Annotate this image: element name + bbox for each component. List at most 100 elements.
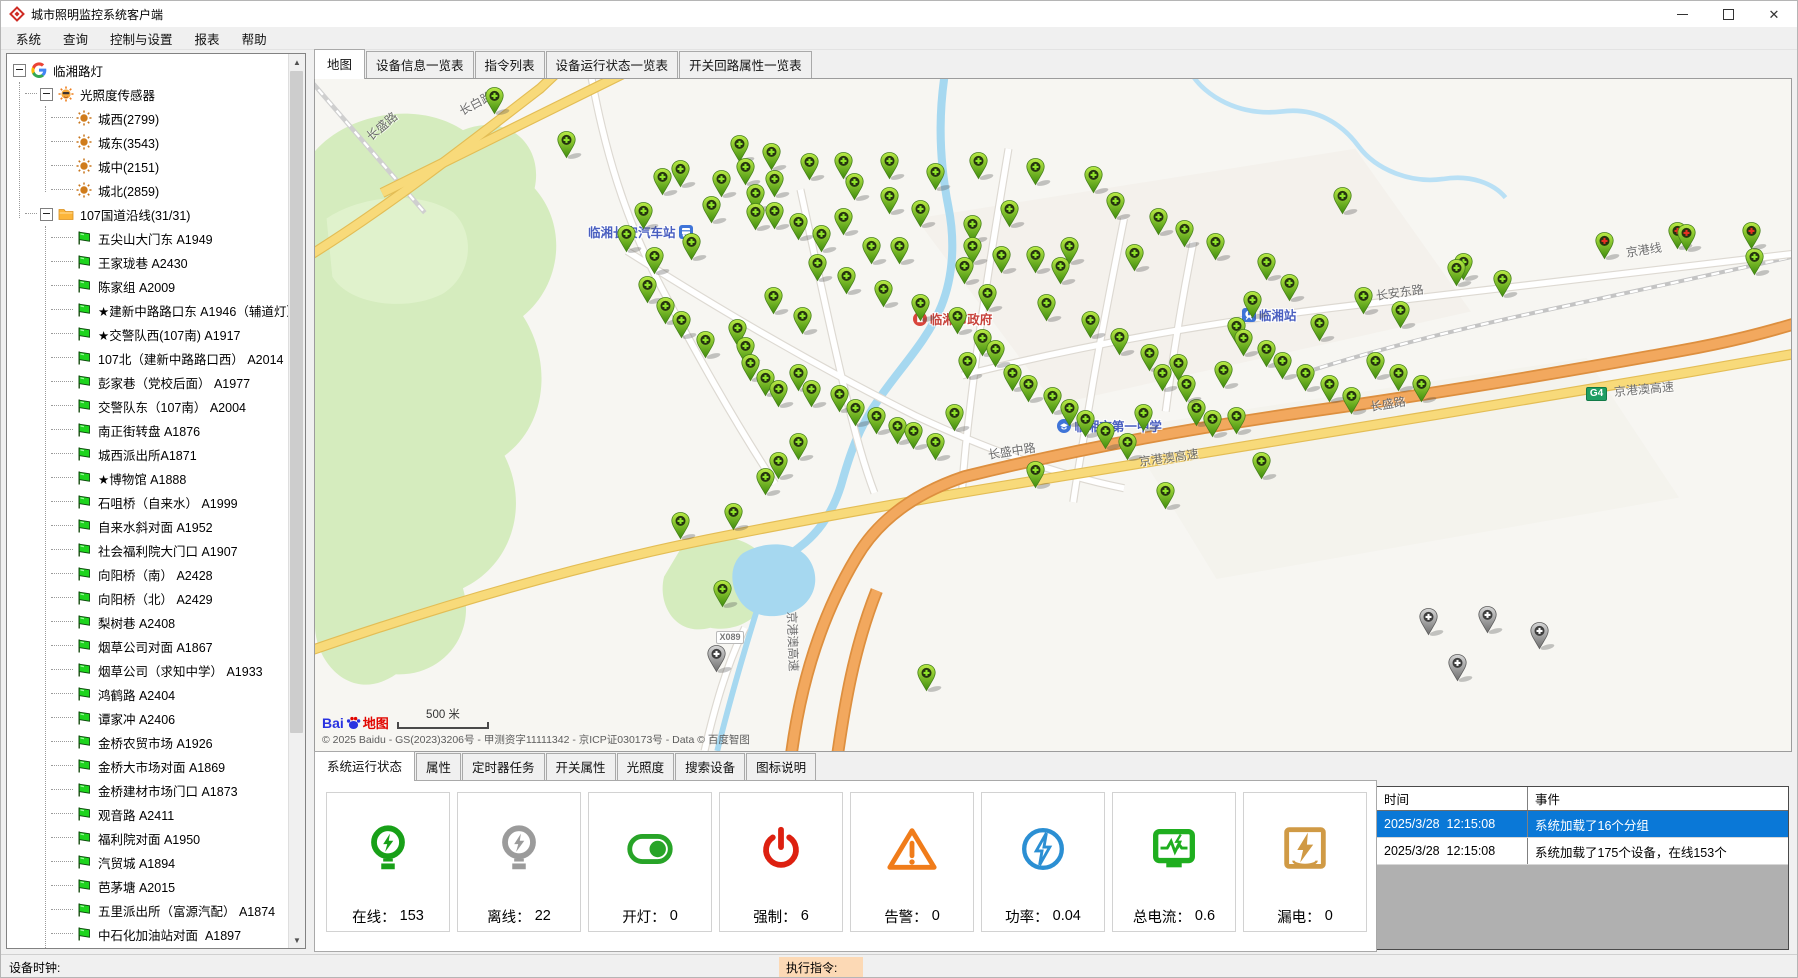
tree-item-device[interactable]: 烟草公司对面 A1867 bbox=[7, 634, 289, 658]
scrollbar-thumb[interactable] bbox=[290, 71, 303, 733]
minimize-button[interactable] bbox=[1659, 1, 1705, 27]
tree-item-device[interactable]: 中石化加油站对面 A1897 bbox=[7, 922, 289, 946]
tree-item-device[interactable]: 王家珑巷 A2430 bbox=[7, 250, 289, 274]
device-map-pin-offline[interactable] bbox=[706, 644, 736, 674]
device-map-pin[interactable] bbox=[968, 151, 998, 181]
tree-item-device[interactable]: 陈家组 A2009 bbox=[7, 274, 289, 298]
map-canvas[interactable]: 临湘长安汽车站临湘市政府临湘站临湘市第一中学长白路长盛路长安东路长盛中路长盛路京… bbox=[314, 78, 1792, 752]
device-map-pin[interactable] bbox=[977, 283, 1007, 313]
tree-item-device[interactable]: 金桥农贸市场 A1926 bbox=[7, 730, 289, 754]
tree-item-device[interactable]: 梨树巷 A2408 bbox=[7, 610, 289, 634]
device-map-pin[interactable] bbox=[1117, 432, 1147, 462]
device-map-pin[interactable] bbox=[833, 207, 863, 237]
device-map-pin[interactable] bbox=[1744, 247, 1774, 277]
device-map-pin[interactable] bbox=[755, 467, 785, 497]
device-map-pin[interactable] bbox=[1080, 310, 1110, 340]
event-log-row[interactable]: 2025/3/28 12:15:08系统加载了175个设备，在线153个 bbox=[1377, 838, 1788, 865]
tree-item-device[interactable]: 五尖山大门东 A1949 bbox=[7, 226, 289, 250]
device-map-pin[interactable] bbox=[701, 195, 731, 225]
device-map-pin[interactable] bbox=[1155, 481, 1185, 511]
device-map-pin[interactable] bbox=[799, 152, 829, 182]
bottom-tab-3[interactable]: 开关属性 bbox=[546, 753, 616, 780]
device-map-pin[interactable] bbox=[1309, 313, 1339, 343]
device-map-pin[interactable] bbox=[999, 199, 1029, 229]
tree-item-device[interactable]: 芭茅塘 A2015 bbox=[7, 874, 289, 898]
close-button[interactable]: ✕ bbox=[1751, 1, 1797, 27]
bottom-tab-5[interactable]: 搜索设备 bbox=[675, 753, 745, 780]
map-tab-0[interactable]: 地图 bbox=[314, 49, 365, 79]
tree-item-device[interactable]: 五里派出所（富源汽配） A1874 bbox=[7, 898, 289, 922]
tree-item-device[interactable]: 金桥大市场对面 A1869 bbox=[7, 754, 289, 778]
tree-item-device[interactable]: 汽贸城 A1894 bbox=[7, 850, 289, 874]
scroll-down-icon[interactable]: ▼ bbox=[289, 932, 305, 948]
scroll-up-icon[interactable]: ▲ bbox=[289, 54, 305, 70]
device-map-pin-alarm[interactable] bbox=[1594, 231, 1624, 261]
tree-item-device[interactable]: 金桥建材市场门口 A1873 bbox=[7, 778, 289, 802]
event-log-row[interactable]: 2025/3/28 12:15:08系统加载了16个分组 bbox=[1377, 811, 1788, 838]
device-map-pin[interactable] bbox=[1341, 386, 1371, 416]
device-map-pin[interactable] bbox=[764, 169, 794, 199]
tree-item-device[interactable]: 鸿鹤路 A2404 bbox=[7, 682, 289, 706]
tree-group-devices[interactable]: 107国道沿线(31/31) bbox=[7, 202, 289, 226]
tree-item-device[interactable]: 南正街转盘 A1876 bbox=[7, 418, 289, 442]
bottom-tab-0[interactable]: 系统运行状态 bbox=[314, 751, 415, 781]
device-map-pin[interactable] bbox=[1205, 232, 1235, 262]
device-map-pin[interactable] bbox=[1446, 258, 1476, 288]
device-map-pin[interactable] bbox=[681, 232, 711, 262]
device-map-pin[interactable] bbox=[763, 286, 793, 316]
device-map-pin[interactable] bbox=[1226, 406, 1256, 436]
device-map-pin[interactable] bbox=[712, 579, 742, 609]
device-map-pin[interactable] bbox=[484, 86, 514, 116]
device-map-pin[interactable] bbox=[1353, 286, 1383, 316]
device-map-pin-offline[interactable] bbox=[1447, 653, 1477, 683]
map-tab-1[interactable]: 设备信息一览表 bbox=[366, 51, 474, 78]
tree-item-device[interactable]: 烟草公司（求知中学） A1933 bbox=[7, 658, 289, 682]
device-map-pin[interactable] bbox=[1050, 256, 1080, 286]
device-map-pin[interactable] bbox=[1036, 293, 1066, 323]
menu-item[interactable]: 报表 bbox=[184, 27, 231, 50]
tree-item-device[interactable]: ★博物馆 A1888 bbox=[7, 466, 289, 490]
device-map-pin[interactable] bbox=[670, 511, 700, 541]
tree-item-device[interactable]: 福利院对面 A1950 bbox=[7, 826, 289, 850]
tree-item-sensor[interactable]: 城中(2151) bbox=[7, 154, 289, 178]
device-map-pin[interactable] bbox=[792, 306, 822, 336]
tree-item-sensor[interactable]: 城东(3543) bbox=[7, 130, 289, 154]
device-map-pin[interactable] bbox=[1105, 191, 1135, 221]
device-map-pin[interactable] bbox=[844, 172, 874, 202]
device-map-pin[interactable] bbox=[1213, 360, 1243, 390]
device-map-pin[interactable] bbox=[807, 253, 837, 283]
device-map-pin[interactable] bbox=[723, 502, 753, 532]
map-tab-4[interactable]: 开关回路属性一览表 bbox=[679, 51, 812, 78]
device-map-pin-alarm[interactable] bbox=[1676, 223, 1706, 253]
device-map-pin[interactable] bbox=[954, 256, 984, 286]
device-map-pin[interactable] bbox=[889, 236, 919, 266]
tree-item-device[interactable]: 石咀桥（自来水） A1999 bbox=[7, 490, 289, 514]
device-map-pin[interactable] bbox=[1174, 219, 1204, 249]
tree-item-device[interactable]: 观音路 A2411 bbox=[7, 802, 289, 826]
device-map-pin[interactable] bbox=[1492, 269, 1522, 299]
device-map-pin[interactable] bbox=[761, 142, 791, 172]
device-map-pin[interactable] bbox=[910, 293, 940, 323]
device-map-pin[interactable] bbox=[1109, 327, 1139, 357]
device-map-pin[interactable] bbox=[1332, 186, 1362, 216]
device-map-pin[interactable] bbox=[1251, 451, 1281, 481]
device-map-pin-offline[interactable] bbox=[1477, 605, 1507, 635]
device-map-pin-alarm[interactable] bbox=[1741, 221, 1771, 251]
device-map-pin[interactable] bbox=[801, 379, 831, 409]
menu-item[interactable]: 帮助 bbox=[231, 27, 278, 50]
device-map-pin[interactable] bbox=[1390, 300, 1420, 330]
tree-item-sensor[interactable]: 城北(2859) bbox=[7, 178, 289, 202]
device-map-pin[interactable] bbox=[944, 403, 974, 433]
device-map-pin[interactable] bbox=[925, 432, 955, 462]
bottom-tab-6[interactable]: 图标说明 bbox=[746, 753, 816, 780]
menu-item[interactable]: 查询 bbox=[52, 27, 99, 50]
tree-item-device[interactable]: 向阳桥（南） A2428 bbox=[7, 562, 289, 586]
bottom-tab-4[interactable]: 光照度 bbox=[617, 753, 675, 780]
collapse-icon[interactable] bbox=[13, 64, 26, 77]
collapse-icon[interactable] bbox=[40, 88, 53, 101]
tree-item-device[interactable] bbox=[7, 946, 289, 948]
tree-item-device[interactable]: 社会福利院大门口 A1907 bbox=[7, 538, 289, 562]
device-map-pin[interactable] bbox=[925, 162, 955, 192]
device-map-pin[interactable] bbox=[711, 169, 741, 199]
device-map-pin[interactable] bbox=[873, 279, 903, 309]
